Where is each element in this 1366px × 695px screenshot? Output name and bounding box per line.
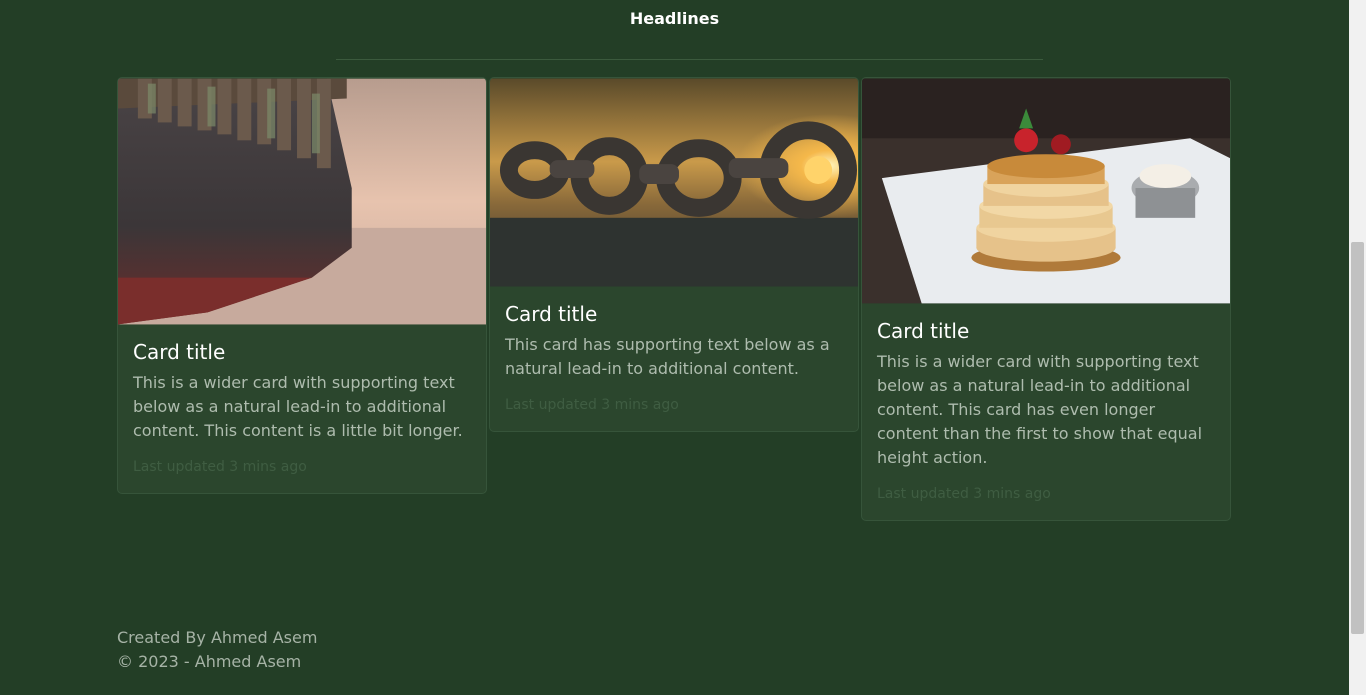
news-card[interactable]: Card title This card has supporting text…: [489, 77, 859, 432]
card-text: This is a wider card with supporting tex…: [133, 373, 463, 440]
card-text: This is a wider card with supporting tex…: [877, 352, 1203, 467]
page-title: Headlines: [629, 9, 720, 28]
chain-photo: [490, 78, 858, 287]
card-updated: Last updated 3 mins ago: [505, 397, 679, 413]
created-by-text: Created By Ahmed Asem: [117, 628, 318, 647]
page: Headlines Card title This is a wider car…: [0, 0, 1349, 695]
page-scrollbar[interactable]: [1349, 0, 1366, 695]
scrollbar-thumb[interactable]: [1351, 242, 1364, 634]
card-title: Card title: [505, 302, 598, 326]
copyright-text: © 2023 - Ahmed Asem: [117, 652, 302, 671]
ship-photo: [118, 78, 486, 325]
news-card[interactable]: Card title This is a wider card with sup…: [861, 77, 1231, 521]
pancakes-photo: [862, 78, 1230, 304]
card-updated: Last updated 3 mins ago: [877, 486, 1051, 502]
news-card[interactable]: Card title This is a wider card with sup…: [117, 77, 487, 494]
card-title: Card title: [877, 319, 970, 343]
card-title: Card title: [133, 340, 226, 364]
card-text: This card has supporting text below as a…: [505, 335, 830, 378]
card-updated: Last updated 3 mins ago: [133, 459, 307, 475]
divider: [336, 59, 1043, 60]
site-footer: Created By Ahmed Asem © 2023 - Ahmed Ase…: [117, 626, 317, 674]
